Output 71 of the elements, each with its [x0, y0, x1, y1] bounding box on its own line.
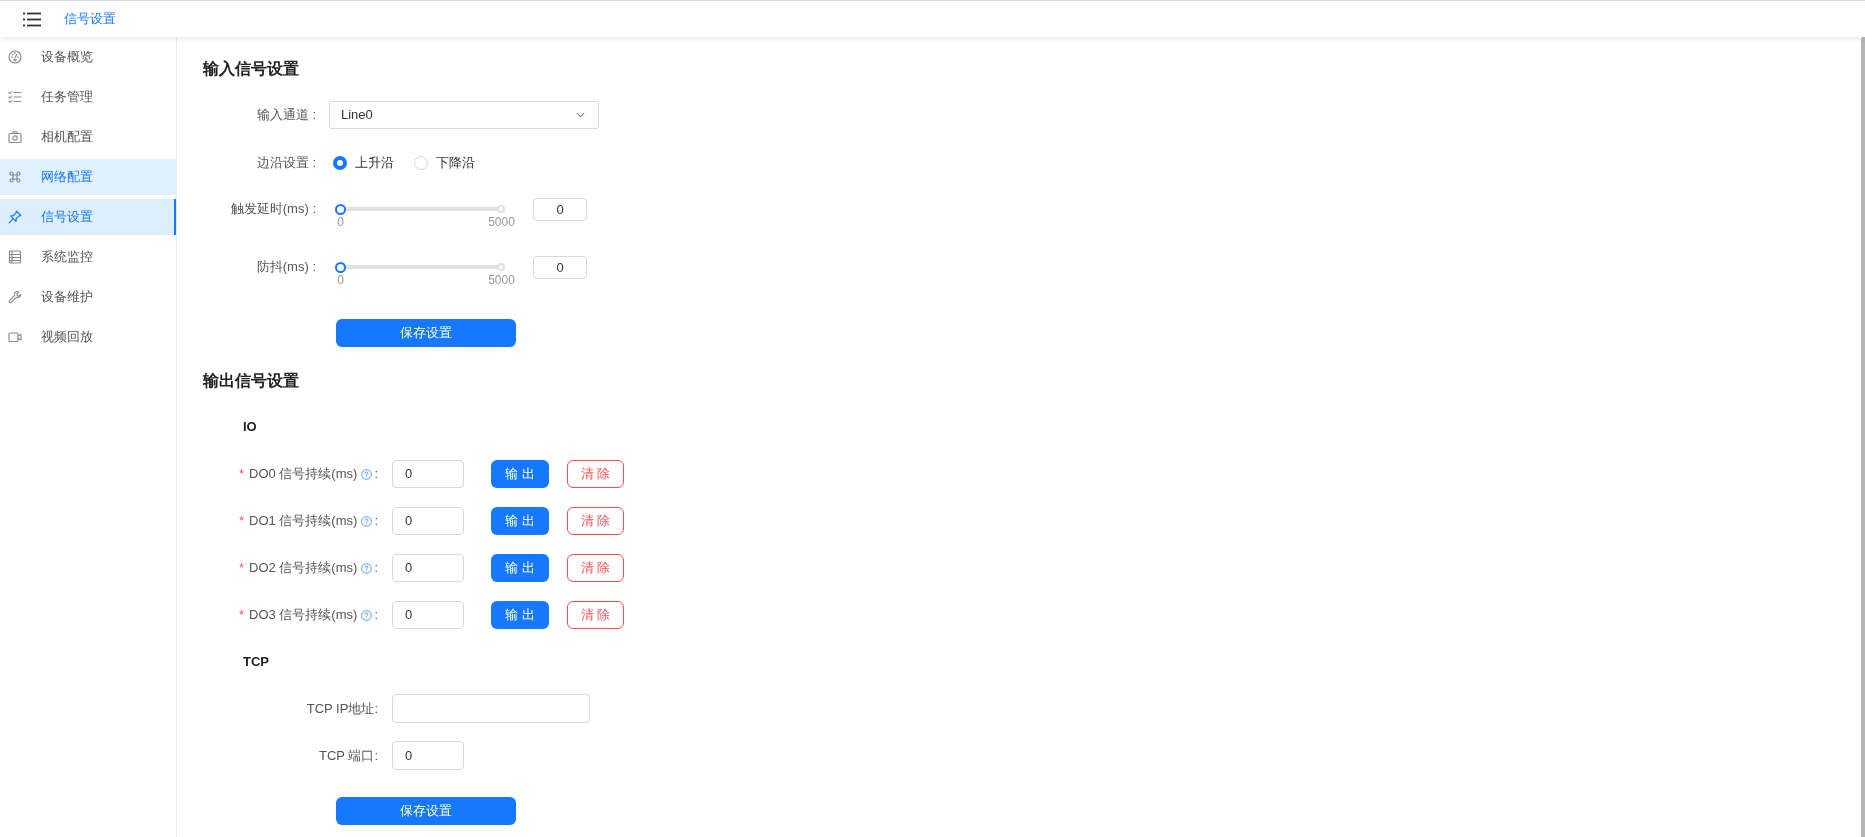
- sidebar-item[interactable]: 系统监控: [0, 239, 176, 275]
- field-label: DO1 信号持续(ms): [249, 512, 358, 531]
- field-label: TCP IP地址:: [305, 699, 378, 718]
- label-colon: :: [374, 465, 378, 484]
- help-icon[interactable]: [361, 609, 373, 621]
- pin-icon: [8, 210, 22, 224]
- field-label: 边沿设置 :: [255, 154, 316, 173]
- slider-track[interactable]: [335, 261, 507, 273]
- duration-input[interactable]: 0: [392, 601, 464, 629]
- radio-option[interactable]: 上升沿: [333, 153, 394, 173]
- slider-max-label: 5000: [488, 273, 515, 287]
- output-button[interactable]: 输 出: [491, 507, 549, 535]
- chevron-down-icon: [576, 112, 585, 118]
- sidebar-item[interactable]: 视频回放: [0, 319, 176, 355]
- output-button[interactable]: 输 出: [491, 554, 549, 582]
- port-input[interactable]: 0: [392, 741, 464, 770]
- sidebar-item[interactable]: 相机配置: [0, 119, 176, 155]
- save-button[interactable]: 保存设置: [336, 797, 516, 825]
- group-title: TCP: [243, 653, 269, 671]
- scrollbar-thumb[interactable]: [1861, 37, 1865, 837]
- output-button[interactable]: 输 出: [491, 601, 549, 629]
- save-button[interactable]: 保存设置: [336, 319, 516, 347]
- slider-max-label: 5000: [488, 215, 515, 229]
- sidebar-item[interactable]: 网络配置: [0, 159, 176, 195]
- page-title: 信号设置: [64, 10, 116, 29]
- slider-min-label: 0: [337, 215, 344, 229]
- field-label: DO2 信号持续(ms): [249, 559, 358, 578]
- field-label: 输入通道 :: [255, 106, 316, 125]
- slider-min-label: 0: [337, 273, 344, 287]
- required-mark: *: [239, 466, 245, 483]
- checklist-icon: [8, 90, 22, 104]
- number-input[interactable]: 0: [533, 256, 587, 279]
- help-icon[interactable]: [361, 468, 373, 480]
- slider-track[interactable]: [335, 203, 507, 215]
- radio-option[interactable]: 下降沿: [414, 153, 475, 173]
- required-mark: *: [239, 513, 245, 530]
- section-title: 输入信号设置: [203, 59, 299, 79]
- sidebar-item[interactable]: 任务管理: [0, 79, 176, 115]
- label-colon: :: [374, 512, 378, 531]
- sidebar-item[interactable]: 设备概览: [0, 39, 176, 75]
- number-input[interactable]: 0: [533, 198, 587, 221]
- required-mark: *: [239, 560, 245, 577]
- channel-select[interactable]: Line0: [329, 101, 599, 129]
- sidebar-item[interactable]: 设备维护: [0, 279, 176, 315]
- duration-input[interactable]: 0: [392, 460, 464, 488]
- label-colon: :: [374, 606, 378, 625]
- label-colon: :: [374, 559, 378, 578]
- section-title: 输出信号设置: [203, 371, 299, 391]
- list-icon: [8, 250, 22, 264]
- gauge-icon: [8, 50, 22, 64]
- field-label: DO3 信号持续(ms): [249, 606, 358, 625]
- command-key-icon: [8, 170, 22, 184]
- field-label: 防抖(ms) :: [255, 258, 316, 276]
- field-label: TCP 端口:: [318, 746, 378, 765]
- menu-icon[interactable]: [23, 11, 41, 27]
- output-button[interactable]: 输 出: [491, 460, 549, 488]
- video-camera-icon: [8, 330, 22, 344]
- slider-thumb[interactable]: [335, 261, 346, 273]
- help-icon[interactable]: [361, 562, 373, 574]
- slider-thumb[interactable]: [335, 203, 346, 215]
- group-title: IO: [243, 418, 257, 436]
- required-mark: *: [239, 607, 245, 624]
- help-icon[interactable]: [361, 515, 373, 527]
- ip-address-input[interactable]: [392, 694, 590, 723]
- wrench-icon: [8, 290, 22, 304]
- sidebar-item[interactable]: 信号设置: [0, 199, 176, 235]
- duration-input[interactable]: 0: [392, 507, 464, 535]
- camera-icon: [8, 130, 22, 144]
- duration-input[interactable]: 0: [392, 554, 464, 582]
- field-label: DO0 信号持续(ms): [249, 465, 358, 484]
- field-label: 触发延时(ms) :: [229, 200, 316, 218]
